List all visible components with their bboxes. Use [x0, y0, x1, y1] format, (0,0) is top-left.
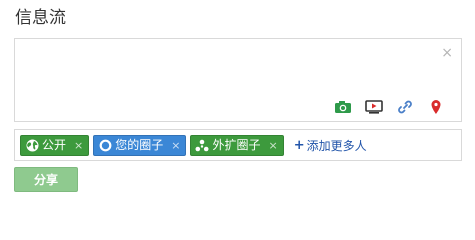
camera-icon[interactable] — [332, 98, 354, 116]
audience-chip-label: 您的圈子 — [115, 137, 164, 152]
add-more-label: 添加更多人 — [306, 138, 367, 153]
composer-toolbar — [323, 98, 447, 116]
remove-icon[interactable]: × — [171, 135, 180, 156]
audience-box[interactable]: 公开 × 您的圈子 × 外扩圈子 × + 添加更多人 — [14, 129, 462, 161]
audience-chip-your-circles[interactable]: 您的圈子 × — [93, 134, 187, 156]
map-pin-icon[interactable] — [425, 98, 447, 116]
circle-icon — [98, 138, 112, 152]
add-more-people-link[interactable]: + 添加更多人 — [294, 137, 367, 154]
plus-icon: + — [293, 137, 305, 153]
video-icon[interactable] — [363, 98, 385, 116]
link-icon[interactable] — [394, 98, 416, 116]
page-title: 信息流 — [15, 8, 66, 28]
share-button[interactable]: 分享 — [14, 167, 78, 192]
post-composer[interactable]: × — [14, 38, 462, 122]
globe-icon — [25, 138, 39, 152]
remove-icon[interactable]: × — [268, 135, 277, 156]
audience-chip-label: 外扩圈子 — [212, 137, 261, 152]
extended-circles-icon — [195, 138, 209, 152]
remove-icon[interactable]: × — [74, 135, 83, 156]
close-icon[interactable]: × — [441, 46, 453, 60]
audience-chip-public[interactable]: 公开 × — [20, 134, 90, 156]
audience-chip-extended-circles[interactable]: 外扩圈子 × — [190, 134, 284, 156]
audience-chip-label: 公开 — [42, 137, 67, 152]
